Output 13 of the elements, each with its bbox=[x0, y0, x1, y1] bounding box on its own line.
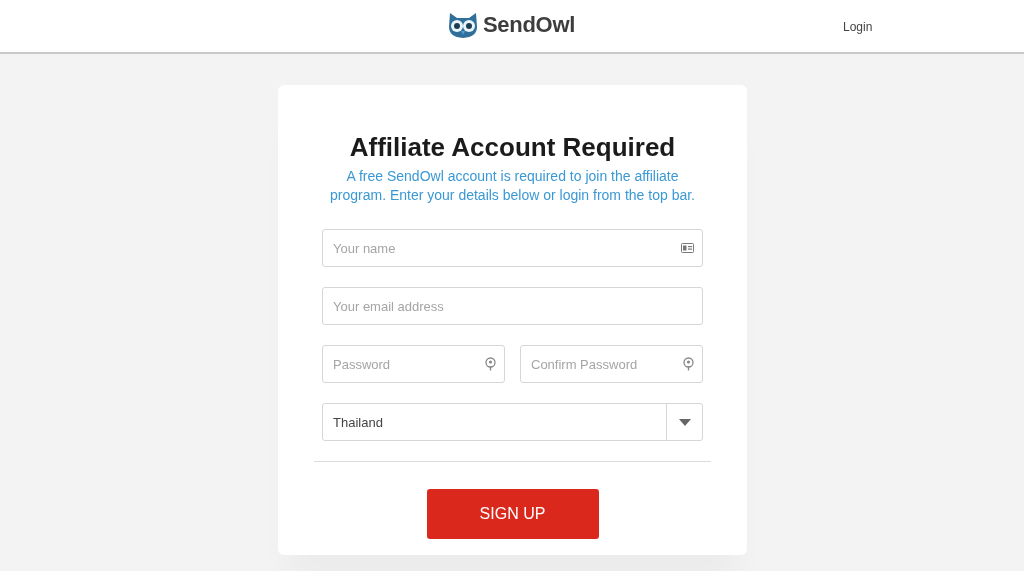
card-title: Affiliate Account Required bbox=[348, 131, 677, 164]
password-field[interactable]: Password bbox=[322, 345, 505, 383]
password-field[interactable]: Confirm Password bbox=[520, 345, 703, 383]
card-subtitle: A free SendOwl account is required to join the affiliate program. Enter your details below or login from the top bar. bbox=[329, 167, 696, 205]
country-select[interactable]: Thailand bbox=[322, 403, 703, 441]
name-field[interactable]: Your name bbox=[322, 229, 703, 267]
email-field[interactable]: Your email address bbox=[322, 287, 703, 325]
id-card-icon bbox=[681, 243, 694, 253]
login-link[interactable]: Login bbox=[843, 20, 873, 34]
dropdown-caret-icon bbox=[678, 418, 691, 426]
sign-up-button[interactable]: SIGN UP bbox=[426, 489, 599, 539]
brand-name: SendOwl bbox=[483, 12, 576, 38]
owl-logo-icon bbox=[447, 11, 479, 39]
